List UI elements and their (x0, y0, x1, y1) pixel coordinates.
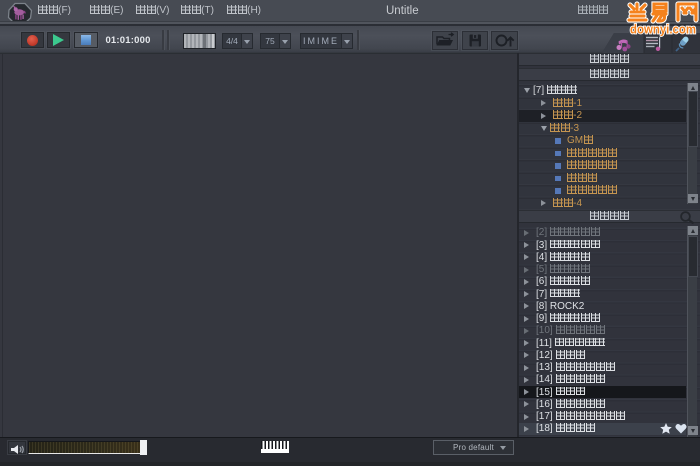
svg-text:downyi.com: downyi.com (630, 23, 696, 37)
